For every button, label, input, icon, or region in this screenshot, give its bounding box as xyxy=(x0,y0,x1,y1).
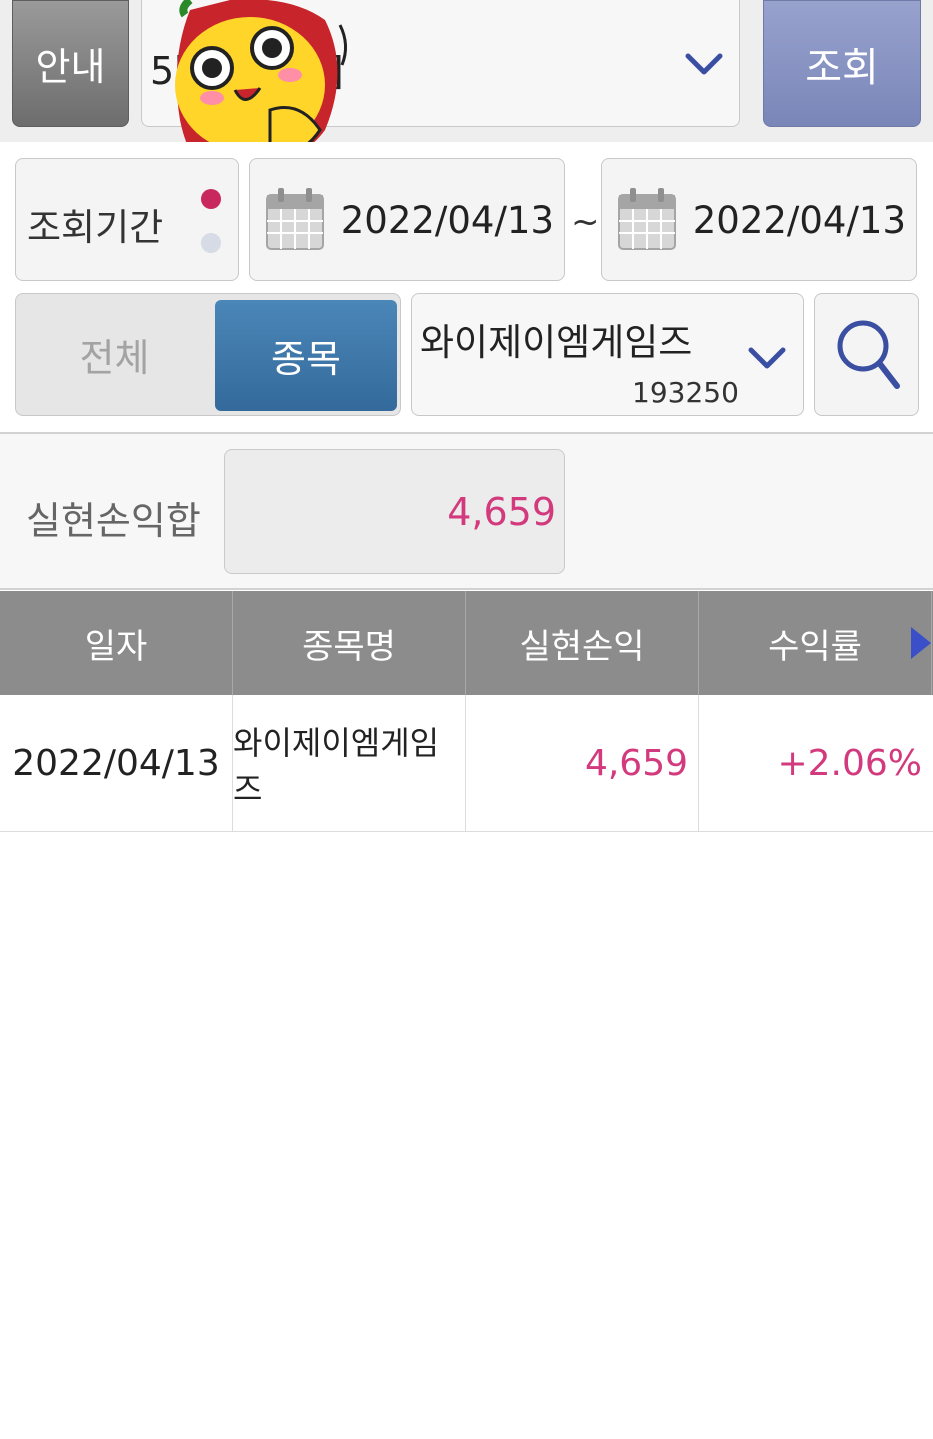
chevron-down-icon xyxy=(748,347,786,369)
cell-name: 와이제이엠게임즈 xyxy=(233,695,466,832)
end-date: 2022/04/13 xyxy=(692,199,906,242)
period-dot-active xyxy=(201,189,221,209)
period-dot-inactive xyxy=(201,233,221,253)
chevron-down-icon xyxy=(685,53,723,75)
table-row[interactable]: 2022/04/13 와이제이엠게임즈 4,659 +2.06% xyxy=(0,695,933,832)
search-icon xyxy=(837,320,900,389)
start-date-picker[interactable]: 2022/04/13 xyxy=(249,158,565,281)
cell-date: 2022/04/13 xyxy=(0,695,233,832)
date-range-separator: ~ xyxy=(571,202,600,242)
stock-select[interactable]: 와이제이엠게임즈 193250 xyxy=(411,293,804,416)
column-header-rate: 수익률 xyxy=(699,591,932,695)
end-date-picker[interactable]: 2022/04/13 xyxy=(601,158,917,281)
summary-value: 4,659 xyxy=(447,490,556,534)
summary-label: 실현손익합 xyxy=(26,499,201,543)
start-date: 2022/04/13 xyxy=(340,199,554,242)
column-header-profit: 실현손익 xyxy=(466,591,699,695)
period-label: 조회기간 xyxy=(27,206,164,249)
summary-value-box: 4,659 xyxy=(224,449,565,574)
period-filter-section: 조회기간 2022/04/13 ~ 2022/04/13 전체 종목 와이제이엠… xyxy=(0,142,933,432)
stock-name: 와이제이엠게임즈 xyxy=(420,321,693,364)
cell-profit: 4,659 xyxy=(466,695,699,832)
scope-segmented-control: 전체 종목 xyxy=(15,293,401,416)
calendar-icon xyxy=(266,188,324,250)
realized-profit-summary: 실현손익합 4,659 xyxy=(0,432,933,590)
scroll-right-icon[interactable] xyxy=(908,625,933,661)
period-type-toggle[interactable]: 조회기간 xyxy=(15,158,239,281)
column-header-name: 종목명 xyxy=(233,591,466,695)
calendar-icon xyxy=(618,188,676,250)
stock-code: 193250 xyxy=(632,376,739,409)
table-header: 일자 종목명 실현손익 수익률 xyxy=(0,591,933,695)
cell-rate: +2.06% xyxy=(777,743,922,784)
segment-all[interactable]: 전체 xyxy=(16,294,213,415)
segment-stock[interactable]: 종목 xyxy=(215,300,397,411)
realized-profit-table: 일자 종목명 실현손익 수익률 2022/04/13 와이제이엠게임즈 4,65… xyxy=(0,591,933,832)
column-header-date: 일자 xyxy=(0,591,233,695)
info-button[interactable]: 안내 xyxy=(12,0,129,127)
stock-search-button[interactable] xyxy=(814,293,919,416)
query-button[interactable]: 조회 xyxy=(763,0,921,127)
